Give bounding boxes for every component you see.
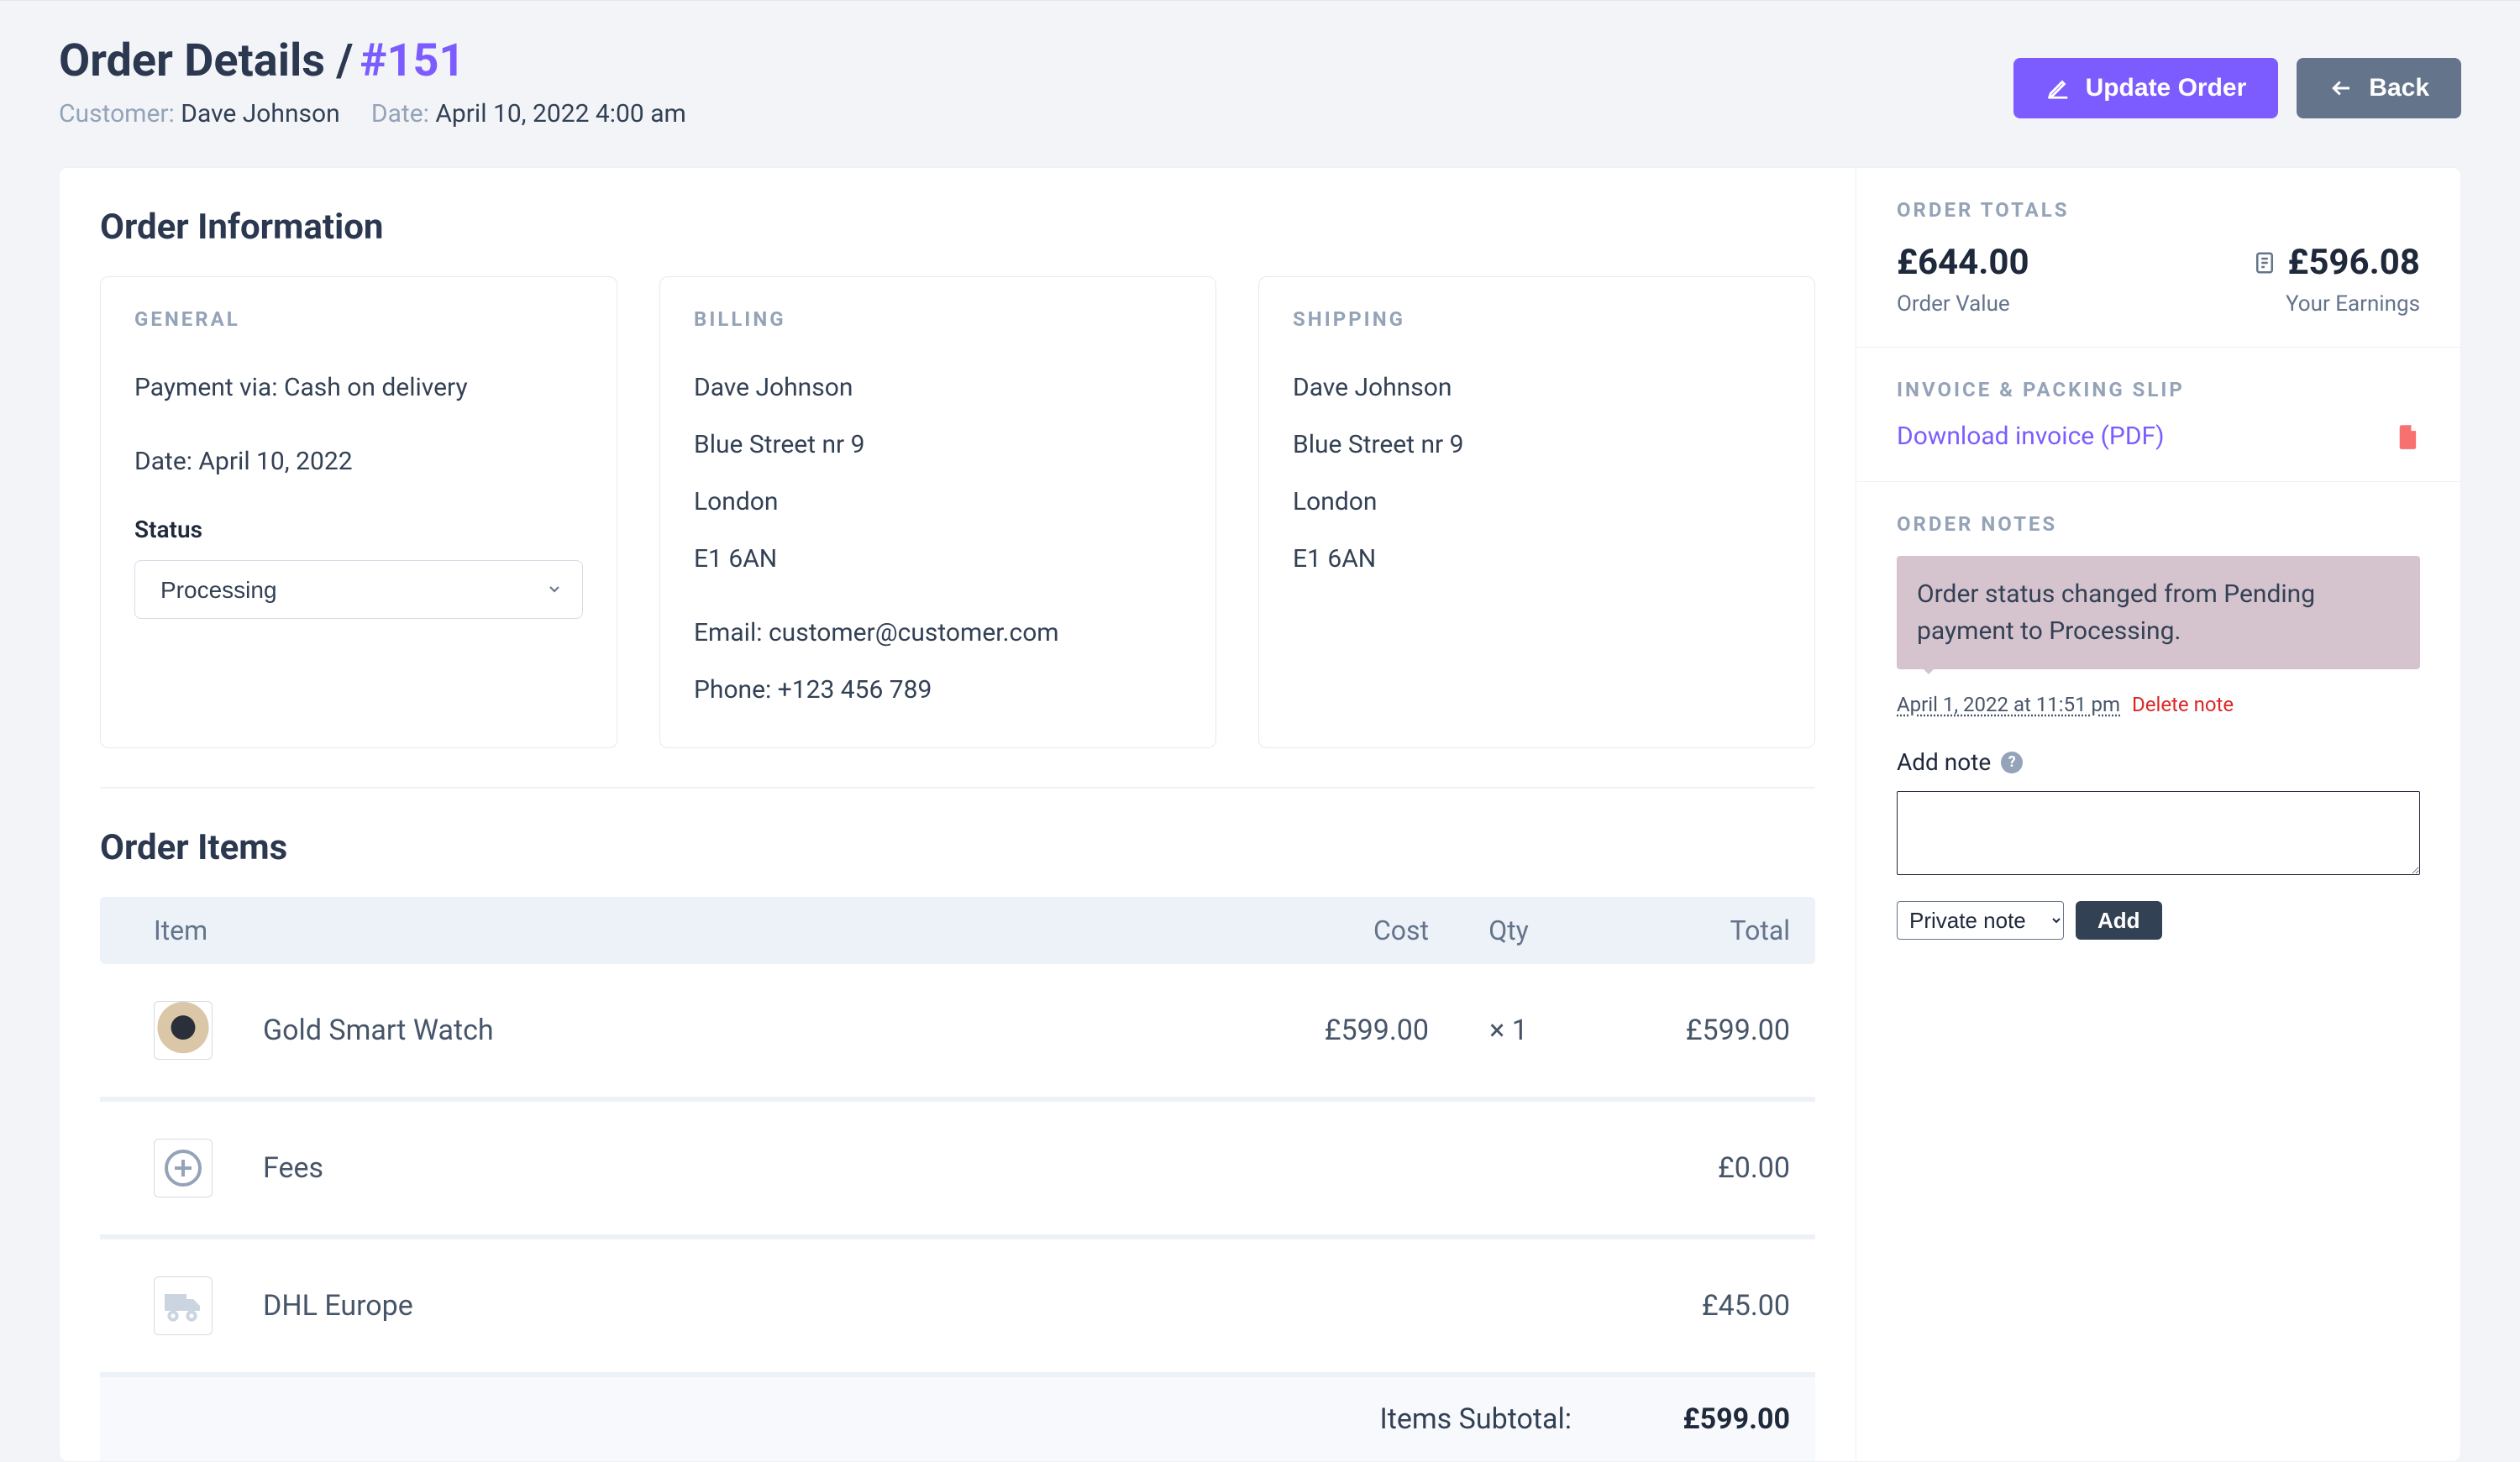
status-select[interactable]: Processing: [134, 560, 583, 619]
subtotal-label: Items Subtotal:: [1379, 1402, 1572, 1436]
download-invoice-link[interactable]: Download invoice (PDF): [1897, 422, 2165, 451]
col-item: Item: [154, 914, 1244, 946]
pdf-icon: [2397, 423, 2420, 450]
shipping-head: Shipping: [1293, 307, 1781, 331]
shipping-card: Shipping Dave Johnson Blue Street nr 9 L…: [1258, 276, 1815, 748]
item-total: £599.00: [1588, 1014, 1790, 1047]
shipping-postcode: E1 6AN: [1293, 539, 1781, 579]
status-label: Status: [134, 516, 583, 543]
items-header: Item Cost Qty Total: [100, 897, 1815, 964]
item-name: Gold Smart Watch: [263, 1014, 1244, 1047]
earnings-amount: £596.08: [2287, 242, 2420, 283]
help-icon[interactable]: ?: [2001, 752, 2023, 773]
truck-icon: [154, 1276, 213, 1335]
item-total: £45.00: [1588, 1289, 1790, 1323]
shipping-name: Dave Johnson: [1293, 368, 1781, 408]
billing-card: Billing Dave Johnson Blue Street nr 9 Lo…: [659, 276, 1216, 748]
item-row: Gold Smart Watch £599.00 × 1 £599.00: [100, 964, 1815, 1102]
page-title: Order Details /: [59, 34, 353, 87]
item-name: Fees: [263, 1151, 1244, 1185]
col-cost: Cost: [1244, 914, 1429, 946]
item-qty: × 1: [1429, 1014, 1588, 1047]
note-type-select[interactable]: Private note: [1897, 901, 2064, 940]
order-number: #151: [360, 34, 465, 87]
earnings-label: Your Earnings: [2286, 291, 2420, 317]
payment-line: Payment via: Cash on delivery: [134, 368, 583, 408]
order-totals-block: Order Totals £644.00 £596.08 Order Value…: [1856, 168, 2460, 348]
customer-name: Dave Johnson: [181, 99, 339, 128]
invoice-block: Invoice & Packing Slip Download invoice …: [1856, 348, 2460, 482]
billing-city: London: [694, 482, 1182, 522]
general-card: General Payment via: Cash on delivery Da…: [100, 276, 617, 748]
note-textarea[interactable]: [1897, 791, 2420, 875]
billing-phone: Phone: +123 456 789: [694, 670, 1182, 710]
shipping-line1: Blue Street nr 9: [1293, 425, 1781, 465]
add-note-button[interactable]: Add: [2076, 901, 2162, 940]
subtotal-value: £599.00: [1572, 1402, 1790, 1436]
billing-head: Billing: [694, 307, 1182, 331]
item-cost: £599.00: [1244, 1014, 1429, 1047]
order-value-label: Order Value: [1897, 291, 2010, 317]
plus-circle-icon: [154, 1139, 213, 1197]
item-row: DHL Europe £45.00: [100, 1239, 1815, 1377]
update-order-button[interactable]: Update Order: [2013, 58, 2279, 118]
edit-icon: [2045, 76, 2071, 101]
subtotal-row: Items Subtotal: £599.00: [100, 1377, 1815, 1461]
date-label: Date:: [371, 99, 429, 128]
billing-postcode: E1 6AN: [694, 539, 1182, 579]
item-total: £0.00: [1588, 1151, 1790, 1185]
back-label: Back: [2369, 74, 2429, 102]
order-date-line: Date: April 10, 2022: [134, 442, 583, 482]
note-timestamp: April 1, 2022 at 11:51 pm: [1897, 693, 2120, 716]
back-button[interactable]: Back: [2297, 58, 2461, 118]
delete-note-link[interactable]: Delete note: [2132, 693, 2234, 716]
order-notes-head: Order Notes: [1897, 512, 2420, 536]
general-head: General: [134, 307, 583, 331]
add-note-label: Add note: [1897, 748, 1991, 776]
update-order-label: Update Order: [2086, 74, 2247, 102]
receipt-icon: [2252, 250, 2277, 275]
customer-label: Customer:: [59, 99, 175, 128]
order-notes-block: Order Notes Order status changed from Pe…: [1856, 482, 2460, 970]
note-bubble: Order status changed from Pending paymen…: [1897, 556, 2420, 669]
invoice-head: Invoice & Packing Slip: [1897, 378, 2420, 401]
order-totals-head: Order Totals: [1897, 198, 2420, 222]
order-value-amount: £644.00: [1897, 242, 2029, 283]
date-value: April 10, 2022 4:00 am: [435, 99, 685, 128]
product-thumb-icon: [154, 1001, 213, 1060]
item-row: Fees £0.00: [100, 1102, 1815, 1239]
order-information-heading: Order Information: [100, 207, 1815, 248]
billing-name: Dave Johnson: [694, 368, 1182, 408]
billing-line1: Blue Street nr 9: [694, 425, 1182, 465]
order-items-heading: Order Items: [100, 827, 1815, 868]
item-name: DHL Europe: [263, 1289, 1244, 1323]
billing-email: Email: customer@customer.com: [694, 613, 1182, 653]
col-total: Total: [1588, 914, 1790, 946]
col-qty: Qty: [1429, 914, 1588, 946]
shipping-city: London: [1293, 482, 1781, 522]
arrow-left-icon: [2328, 76, 2354, 101]
